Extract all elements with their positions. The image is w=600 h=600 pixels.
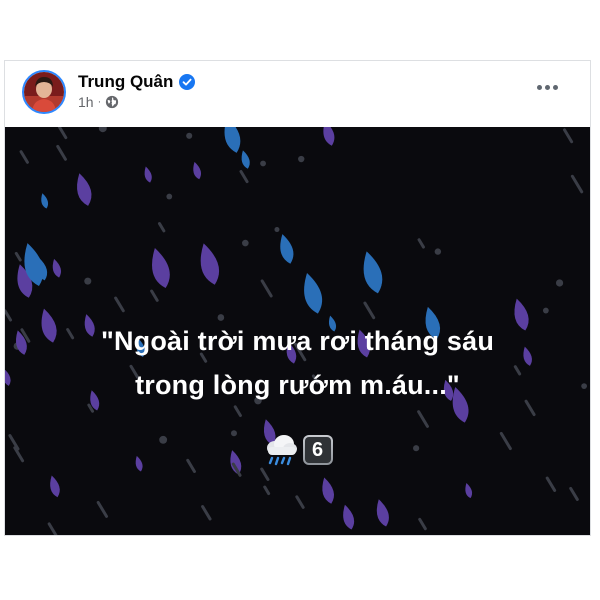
- rain-dot: [274, 227, 280, 233]
- rain-streak: [263, 485, 271, 496]
- raindrop-shape: [304, 273, 323, 314]
- keycap-six-emoji: 6: [302, 435, 333, 465]
- author-avatar[interactable]: [22, 70, 66, 114]
- raindrop-shape: [200, 243, 220, 285]
- rain-streak: [563, 128, 574, 144]
- raindrop-shape: [152, 248, 170, 289]
- cloud-rain-emoji: [266, 435, 297, 466]
- rain-dot: [542, 307, 549, 314]
- rain-dot: [242, 239, 249, 247]
- avatar-image: [24, 72, 64, 112]
- raindrop-shape: [322, 477, 334, 504]
- rain-streak: [47, 522, 58, 535]
- raindrop-shape: [50, 475, 60, 498]
- raindrop-shape: [363, 251, 383, 294]
- rain-streak: [56, 144, 67, 161]
- raindrop-shape: [465, 482, 473, 499]
- rain-streak: [114, 296, 125, 313]
- more-options-icon[interactable]: [530, 75, 564, 99]
- raindrop-shape: [193, 161, 202, 180]
- post-image[interactable]: "Ngoài trời mưa rơi tháng sáu trong lòng…: [5, 127, 590, 535]
- rain-streak: [233, 405, 242, 418]
- rain-streak: [239, 169, 249, 184]
- raindrop-shape: [376, 499, 389, 527]
- rain-dot: [555, 279, 564, 287]
- post-time[interactable]: 1h: [78, 94, 94, 110]
- facebook-post: Trung Quân 1h · "Ngoài trời mưa rơi thán…: [4, 60, 591, 536]
- raindrop-shape: [144, 166, 152, 183]
- rain-streak: [260, 467, 270, 481]
- raindrop-shape: [280, 234, 294, 264]
- globe-icon: [106, 95, 119, 109]
- rain-streak: [157, 222, 166, 233]
- post-header: Trung Quân 1h ·: [5, 61, 590, 127]
- rain-streak: [57, 127, 68, 140]
- rain-dot: [186, 132, 193, 139]
- post-quote: "Ngoài trời mưa rơi tháng sáu trong lòng…: [5, 319, 590, 407]
- rain-streak: [417, 410, 429, 428]
- rain-streak: [295, 495, 305, 509]
- raindrop-shape: [52, 258, 62, 278]
- rain-dot: [166, 193, 173, 200]
- raindrop-shape: [77, 173, 92, 206]
- author-name[interactable]: Trung Quân: [78, 72, 173, 92]
- rain-dot: [84, 277, 92, 285]
- meta-separator-dot: ·: [97, 96, 102, 108]
- keycap-number: 6: [304, 437, 331, 463]
- rain-streak: [19, 150, 29, 164]
- rain-dot: [98, 127, 107, 133]
- rain-streak: [150, 289, 159, 302]
- rain-dot: [434, 248, 442, 255]
- rain-streak: [418, 517, 427, 531]
- rain-streak: [14, 251, 22, 262]
- rain-dot: [260, 160, 266, 167]
- rain-streak: [569, 486, 579, 501]
- rain-dot: [298, 155, 305, 163]
- rain-streak: [417, 238, 425, 249]
- rain-streak: [96, 500, 109, 518]
- raindrop-shape: [224, 127, 241, 153]
- raindrop-shape: [41, 193, 49, 209]
- rain-streak: [201, 505, 212, 521]
- verified-badge-icon: [179, 74, 196, 90]
- raindrop-shape: [343, 504, 355, 530]
- emoji-row: 6: [5, 433, 590, 467]
- raindrop-shape: [241, 150, 250, 169]
- rain-streak: [545, 476, 557, 492]
- quote-line-2: trong lòng rướm m.áu...": [135, 370, 460, 400]
- raindrop-shape: [323, 127, 335, 146]
- rain-streak: [363, 301, 376, 320]
- rain-streak: [570, 174, 584, 194]
- quote-line-1: "Ngoài trời mưa rơi tháng sáu: [100, 326, 495, 356]
- rain-streak: [260, 279, 273, 298]
